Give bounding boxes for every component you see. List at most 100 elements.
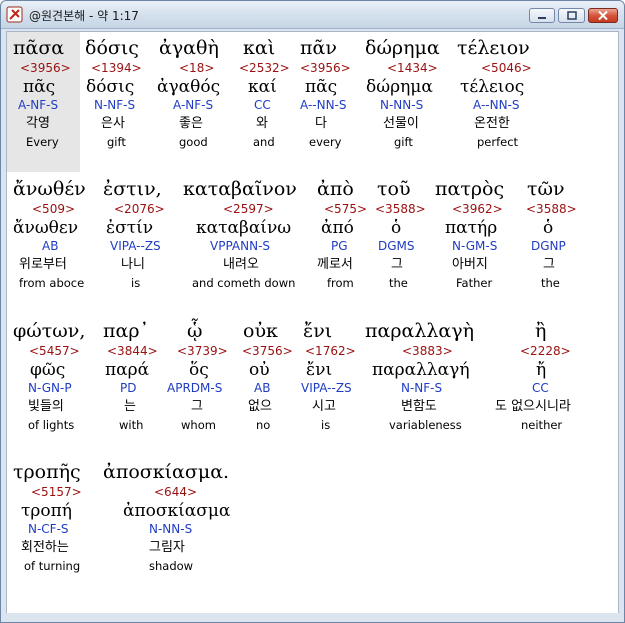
greek-word: ἢ <box>535 320 547 342</box>
korean-gloss: 빛들의 <box>28 399 64 414</box>
window-bottom-frame <box>1 613 624 622</box>
strong-number[interactable]: <3588> <box>375 202 426 216</box>
korean-gloss: 아버지 <box>452 257 488 272</box>
strong-number[interactable]: <2532> <box>239 61 290 75</box>
korean-gloss: 내려오 <box>223 257 259 272</box>
strong-number[interactable]: <575> <box>324 202 367 216</box>
strong-number[interactable]: <18> <box>179 61 214 75</box>
greek-word: ἄνωθέν <box>13 178 86 200</box>
greek-word: ἔνι <box>303 320 333 342</box>
strong-number[interactable]: <1434> <box>387 61 438 75</box>
lemma: καί <box>248 77 277 97</box>
strong-number[interactable]: <2076> <box>114 202 165 216</box>
close-button[interactable] <box>588 8 618 23</box>
lemma: πᾶς <box>305 77 338 97</box>
app-window: @원견본해 - 약 1:17 πᾶσα <3956> πᾶς A-NF-S 각영… <box>0 0 625 623</box>
greek-word: καὶ <box>243 37 276 59</box>
word-cell[interactable]: παραλλαγὴ <3883> παραλλαγή N-NF-S 변함도 va… <box>365 319 485 437</box>
english-gloss: neither <box>521 418 563 432</box>
app-icon <box>6 6 23 23</box>
minimize-button[interactable] <box>529 8 555 23</box>
strong-number[interactable]: <3588> <box>526 202 577 216</box>
word-cell[interactable]: τέλειον <5046> τέλειος A--NN-S 온전한 perfe… <box>457 36 537 172</box>
greek-word: τροπῆς <box>13 461 81 483</box>
close-icon <box>598 10 608 21</box>
strong-number[interactable]: <3956> <box>20 61 71 75</box>
lemma: ὁ <box>391 218 402 238</box>
greek-word: δώρημα <box>365 37 440 59</box>
parsing-code: A-NF-S <box>173 98 214 112</box>
word-cell[interactable]: δόσις <1394> δόσις N-NF-S 은사 gift <box>85 36 155 172</box>
lemma: δώρημα <box>366 77 433 97</box>
lemma: καταβαίνω <box>196 218 292 238</box>
word-cell[interactable]: ἔνι <1762> ἔνι VIPA--ZS 시고 is <box>301 319 363 437</box>
korean-gloss: 나니 <box>121 257 145 272</box>
minimize-icon <box>538 16 546 19</box>
english-gloss: and cometh down <box>192 276 296 290</box>
word-cell[interactable]: καὶ <2532> καί CC 와 and <box>239 36 293 172</box>
strong-number[interactable]: <644> <box>154 485 197 499</box>
english-gloss: perfect <box>477 135 519 149</box>
parsing-code: VPPANN-S <box>210 239 271 253</box>
lemma: ἤ <box>536 360 547 380</box>
greek-word: δόσις <box>85 37 139 59</box>
word-cell[interactable]: ἀγαθὴ <18> ἀγαθός A-NF-S 좋은 good <box>157 36 239 172</box>
greek-word: πατρὸς <box>435 178 505 200</box>
english-gloss: variableness <box>389 418 462 432</box>
greek-word: οὐκ <box>243 320 278 342</box>
word-cell[interactable]: πᾶν <3956> πᾶς A--NN-S 다 every <box>300 36 360 172</box>
strong-number[interactable]: <3756> <box>242 344 293 358</box>
strong-number[interactable]: <5457> <box>29 344 80 358</box>
strong-number[interactable]: <5157> <box>31 485 82 499</box>
word-cell[interactable]: καταβαῖνον <2597> καταβαίνω VPPANN-S 내려오… <box>183 177 313 295</box>
word-cell[interactable]: ἀποσκίασμα. <644> ἀποσκίασμα N-NN-S 그림자 … <box>103 460 243 578</box>
parsing-code: N-GM-S <box>452 239 498 253</box>
lemma: παραλλαγή <box>372 360 470 380</box>
strong-number[interactable]: <3956> <box>300 61 351 75</box>
word-cell[interactable]: πατρὸς <3962> πατήρ N-GM-S 아버지 Father <box>435 177 515 295</box>
word-cell[interactable]: ἢ <2228> ἤ CC 도 없으시니라 neither <box>495 319 605 437</box>
word-cell[interactable]: τοῦ <3588> ὁ DGMS 그 the <box>375 177 427 295</box>
word-cell[interactable]: ἄνωθέν <509> ἄνωθεν AB 위로부터 from aboce <box>13 177 103 295</box>
word-cell[interactable]: οὐκ <3756> οὐ AB 없으 no <box>242 319 303 437</box>
strong-number[interactable]: <3739> <box>177 344 228 358</box>
korean-gloss: 회전하는 <box>21 540 69 555</box>
greek-word: τῶν <box>527 178 565 200</box>
parsing-code: N-GN-P <box>28 381 72 395</box>
word-cell[interactable]: φώτων, <5457> φῶς N-GN-P 빛들의 of lights <box>13 319 93 437</box>
parsing-code: A--NN-S <box>473 98 520 112</box>
word-cell[interactable]: ἀπὸ <575> ἀπό PG 께로서 from <box>317 177 372 295</box>
strong-number[interactable]: <3844> <box>107 344 158 358</box>
korean-gloss: 위로부터 <box>19 257 67 272</box>
strong-number[interactable]: <509> <box>32 202 75 216</box>
strong-number[interactable]: <2228> <box>520 344 571 358</box>
interlinear-pane[interactable]: πᾶσα <3956> πᾶς A-NF-S 각영 Every δόσις <1… <box>6 31 619 615</box>
strong-number[interactable]: <2597> <box>223 202 274 216</box>
maximize-button[interactable] <box>558 8 585 23</box>
strong-number[interactable]: <1394> <box>91 61 142 75</box>
greek-word: ἀγαθὴ <box>159 37 219 59</box>
lemma: τέλειος <box>460 77 525 97</box>
strong-number[interactable]: <5046> <box>481 61 532 75</box>
title-bar[interactable]: @원견본해 - 약 1:17 <box>1 1 624 29</box>
parsing-code: AB <box>42 239 59 253</box>
lemma: οὐ <box>249 360 270 380</box>
word-cell[interactable]: τροπῆς <5157> τροπή N-CF-S 회전하는 of turni… <box>13 460 93 578</box>
strong-number[interactable]: <3883> <box>402 344 453 358</box>
word-cell[interactable]: παρ᾽ <3844> παρά PD 는 with <box>103 319 163 437</box>
lemma: πατήρ <box>445 218 498 238</box>
word-cell[interactable]: τῶν <3588> ὁ DGNP 그 the <box>526 177 597 295</box>
strong-number[interactable]: <1762> <box>305 344 356 358</box>
word-cell[interactable]: δώρημα <1434> δώρημα N-NN-S 선물이 gift <box>365 36 445 172</box>
korean-gloss: 그 <box>191 399 203 414</box>
parsing-code: N-NN-S <box>380 98 424 112</box>
parsing-code: VIPA--ZS <box>110 239 161 253</box>
word-cell[interactable]: πᾶσα <3956> πᾶς A-NF-S 각영 Every <box>13 36 83 172</box>
parsing-code: CC <box>254 98 271 112</box>
strong-number[interactable]: <3962> <box>452 202 503 216</box>
word-cell[interactable]: ἐστιν, <2076> ἐστίν VIPA--ZS 나니 is <box>103 177 183 295</box>
english-gloss: Every <box>26 135 59 149</box>
parsing-code: N-NF-S <box>401 381 443 395</box>
word-cell[interactable]: ᾧ <3739> ὅς APRDM-S 그 whom <box>167 319 237 437</box>
maximize-icon <box>566 10 577 20</box>
